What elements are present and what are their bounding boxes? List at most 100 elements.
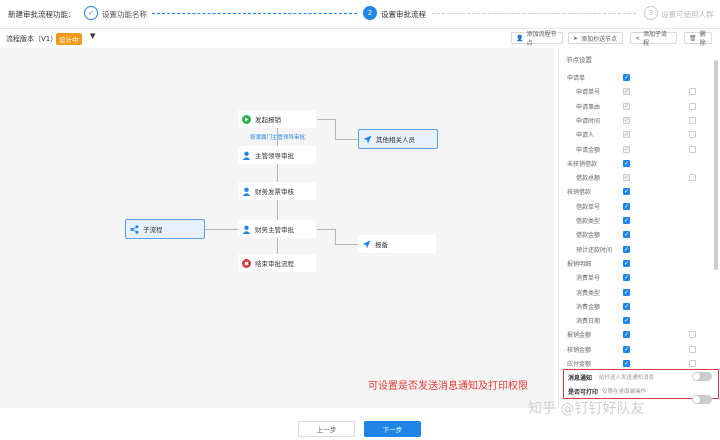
read-checkbox[interactable] xyxy=(623,260,630,267)
read-checkbox[interactable] xyxy=(623,103,630,110)
user-icon: 👤 xyxy=(516,34,524,42)
watermark: 知乎 @钉钉好队友 xyxy=(528,401,645,417)
step-2-circle: 2 xyxy=(363,6,377,20)
send-icon xyxy=(363,135,372,144)
flow-node-end[interactable]: 结束审批流程 xyxy=(238,254,316,272)
field-label: 核销金额 xyxy=(567,347,592,354)
field-label: 消费金额 xyxy=(576,304,601,311)
connector xyxy=(335,119,336,139)
flow-node-start[interactable]: 发起报销 xyxy=(238,110,316,128)
step-2-label[interactable]: 设置审批流程 xyxy=(381,9,426,20)
read-checkbox[interactable] xyxy=(623,360,630,367)
add-cc-node-label: 添加抄送节点 xyxy=(581,35,618,43)
prev-step-button[interactable]: 上一步 xyxy=(298,421,355,437)
user-icon xyxy=(242,187,251,196)
add-subprocess-button[interactable]: ⋖ 添加子流程 xyxy=(630,31,677,47)
edit-checkbox[interactable] xyxy=(689,117,696,124)
read-checkbox[interactable] xyxy=(623,146,630,153)
read-checkbox[interactable] xyxy=(623,117,630,124)
flow-node-report[interactable]: 报备 xyxy=(358,235,436,253)
read-checkbox[interactable] xyxy=(623,246,630,253)
flow-node-label: 结束审批流程 xyxy=(255,260,294,268)
panel-title: 节点设置 xyxy=(566,56,592,64)
version-status-badge: 设计中 xyxy=(56,33,82,45)
connector xyxy=(317,119,335,120)
delete-label: 删除 xyxy=(699,31,706,47)
edit-checkbox[interactable] xyxy=(689,88,696,95)
read-checkbox[interactable] xyxy=(623,346,630,353)
field-label: 借款单号 xyxy=(576,204,601,211)
read-checkbox[interactable] xyxy=(623,174,630,181)
field-label: 消费类型 xyxy=(576,290,601,297)
edit-checkbox[interactable] xyxy=(689,360,696,367)
message-notify-desc: 给抄送人发送通知消息 xyxy=(599,375,655,381)
start-icon xyxy=(242,114,251,124)
edit-checkbox[interactable] xyxy=(689,346,696,353)
read-checkbox[interactable] xyxy=(623,188,630,195)
flow-node-label: 财务主管审批 xyxy=(255,226,294,234)
step-connector xyxy=(432,13,636,15)
add-cc-node-button[interactable]: ➤ 添加抄送节点 xyxy=(568,32,623,44)
read-checkbox[interactable] xyxy=(623,74,630,81)
trash-icon: 🗑 xyxy=(689,34,697,42)
field-label: 申请单 xyxy=(567,75,586,82)
flow-node-supervisor[interactable]: 主管领导审批 xyxy=(238,146,316,164)
read-checkbox[interactable] xyxy=(623,289,630,296)
user-icon xyxy=(242,151,251,160)
flow-node-finance-invoice[interactable]: 财务发票审核 xyxy=(238,182,316,200)
connector xyxy=(205,229,238,230)
step-1-label[interactable]: 设置功能名称 xyxy=(102,9,147,20)
edit-checkbox[interactable] xyxy=(689,146,696,153)
panel-scrollbar[interactable] xyxy=(714,60,718,270)
flow-node-label: 报备 xyxy=(375,241,388,249)
version-label: 流程版本（V1） xyxy=(6,35,58,43)
user-icon xyxy=(242,225,251,234)
version-dropdown-icon[interactable]: ▼ xyxy=(90,32,95,40)
add-flow-node-label: 添加流程节点 xyxy=(526,31,557,47)
step-3-label[interactable]: 设置可使用人群 xyxy=(661,9,714,20)
flow-node-label: 其他相关人员 xyxy=(376,136,415,144)
edit-checkbox[interactable] xyxy=(689,331,696,338)
connector xyxy=(277,200,278,220)
add-subprocess-label: 添加子流程 xyxy=(643,31,668,47)
field-label: 申请人 xyxy=(576,132,595,139)
connector xyxy=(277,164,278,182)
flow-node-label: 发起报销 xyxy=(255,116,281,124)
read-checkbox[interactable] xyxy=(623,217,630,224)
field-label: 未核销借款 xyxy=(567,161,598,168)
edit-checkbox[interactable] xyxy=(689,174,696,181)
flow-node-notify-others[interactable]: 其他相关人员 xyxy=(358,129,438,149)
send-icon xyxy=(362,240,371,249)
read-checkbox[interactable] xyxy=(623,317,630,324)
read-checkbox[interactable] xyxy=(623,160,630,167)
read-checkbox[interactable] xyxy=(623,331,630,338)
read-checkbox[interactable] xyxy=(623,88,630,95)
read-checkbox[interactable] xyxy=(623,203,630,210)
add-flow-node-button[interactable]: 👤 添加流程节点 xyxy=(511,31,563,47)
read-checkbox[interactable] xyxy=(623,303,630,310)
read-checkbox[interactable] xyxy=(623,274,630,281)
stop-icon xyxy=(242,258,251,268)
flow-node-finance-supervisor[interactable]: 财务主管审批 xyxy=(238,220,316,238)
next-step-button[interactable]: 下一步 xyxy=(364,421,421,437)
flow-node-subprocess[interactable]: 子流程 xyxy=(125,219,205,239)
field-label: 申请金额 xyxy=(576,147,601,154)
message-notify-toggle[interactable] xyxy=(692,372,712,381)
read-checkbox[interactable] xyxy=(623,231,630,238)
step-1-done-icon: ✓ xyxy=(84,6,98,20)
field-label: 报销金额 xyxy=(567,332,592,339)
flow-node-label: 财务发票审核 xyxy=(255,188,294,196)
condition-label[interactable]: 按隶属门主管领导审批 xyxy=(250,133,305,141)
field-label: 消费日期 xyxy=(576,318,601,325)
edit-checkbox[interactable] xyxy=(689,131,696,138)
delete-button[interactable]: 🗑 删除 xyxy=(684,31,712,47)
annotation-text: 可设置是否发送消息通知及打印权限 xyxy=(368,381,528,392)
field-label: 报销明细 xyxy=(567,261,592,268)
toggle-knob xyxy=(693,396,700,403)
read-checkbox[interactable] xyxy=(623,131,630,138)
edit-checkbox[interactable] xyxy=(689,103,696,110)
printable-toggle[interactable] xyxy=(692,395,712,404)
app-title: 新建审批流程功能： xyxy=(8,10,76,19)
share-icon xyxy=(130,224,139,234)
flow-node-label: 子流程 xyxy=(143,226,163,234)
